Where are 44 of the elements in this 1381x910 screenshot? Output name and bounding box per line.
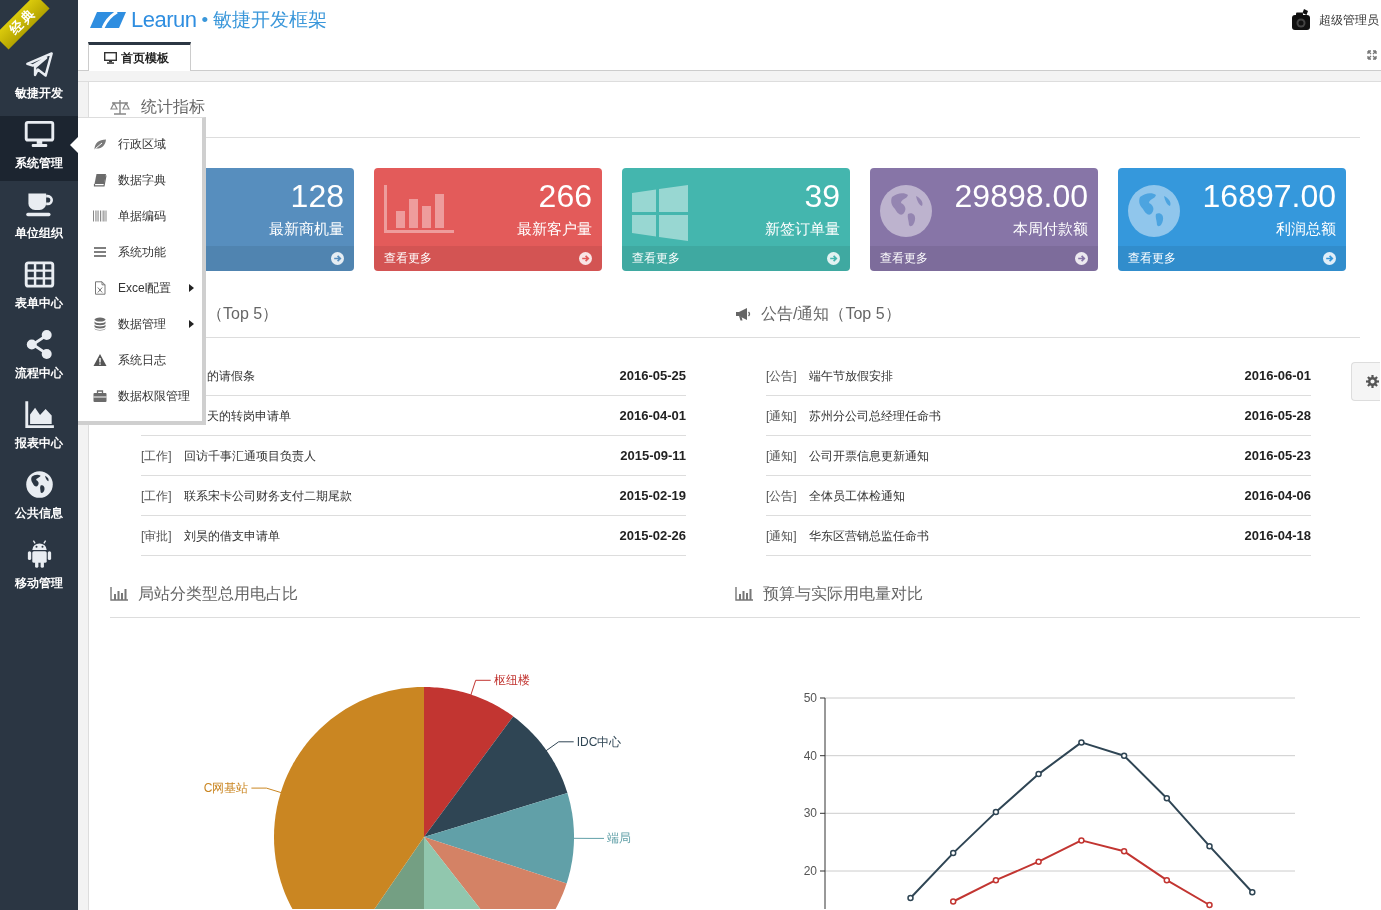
date-text: 2015-09-11: [620, 447, 686, 464]
stat-value: 29898.00: [954, 178, 1088, 214]
section-title: （Top 5）: [207, 305, 279, 323]
brand-name: Learun: [131, 7, 197, 33]
stat-value: 266: [538, 178, 592, 214]
slice-label: C网基站: [203, 781, 249, 796]
date-text: 2016-05-28: [1244, 407, 1311, 424]
date-text: 2015-02-26: [619, 527, 686, 544]
date-text: 2016-06-01: [1244, 367, 1311, 384]
slice-label: IDC中心: [576, 734, 622, 749]
brand-tagline: • 敏捷开发框架: [201, 8, 328, 32]
stat-value: 16897.00: [1202, 178, 1336, 214]
category-label: [通知]: [766, 407, 797, 424]
category-label: [审批]: [141, 527, 172, 544]
section-title: 公告/通知（Top 5）: [761, 305, 901, 323]
slice-label: 端局: [607, 831, 631, 846]
section-title: 局站分类型总用电占比: [138, 585, 298, 603]
category-label: [通知]: [766, 447, 797, 464]
category-label: [公告]: [766, 367, 797, 384]
corner-ribbon: 经典: [0, 0, 50, 50]
axis-label: 50: [803, 691, 817, 705]
stat-value: 128: [290, 178, 344, 214]
stat-label: 利润总额: [1276, 219, 1336, 239]
axis-label: 40: [803, 748, 817, 763]
axis-label: 20: [803, 864, 817, 878]
stat-label: 最新商机量: [269, 219, 344, 239]
category-label: [工作]: [141, 487, 172, 504]
category-label: [公告]: [766, 487, 797, 504]
stat-label: 最新客户量: [517, 219, 592, 239]
slice-label: 枢纽楼: [493, 673, 530, 688]
date-text: 2016-05-25: [619, 367, 686, 384]
stat-value: 39: [804, 178, 840, 214]
category-label: [工作]: [141, 447, 172, 464]
stat-label: 新签订单量: [765, 219, 840, 239]
date-text: 2016-04-06: [1244, 487, 1311, 504]
section-title: 预算与实际用电量对比: [763, 585, 923, 603]
date-text: 2016-04-18: [1244, 527, 1311, 544]
axis-label: 30: [803, 806, 817, 821]
date-text: 2015-02-19: [619, 487, 686, 504]
date-text: 2016-05-23: [1244, 447, 1311, 464]
category-label: [通知]: [766, 527, 797, 544]
stat-label: 本周付款额: [1013, 219, 1088, 239]
date-text: 2016-04-01: [619, 407, 686, 424]
section-title: 统计指标: [141, 98, 205, 116]
